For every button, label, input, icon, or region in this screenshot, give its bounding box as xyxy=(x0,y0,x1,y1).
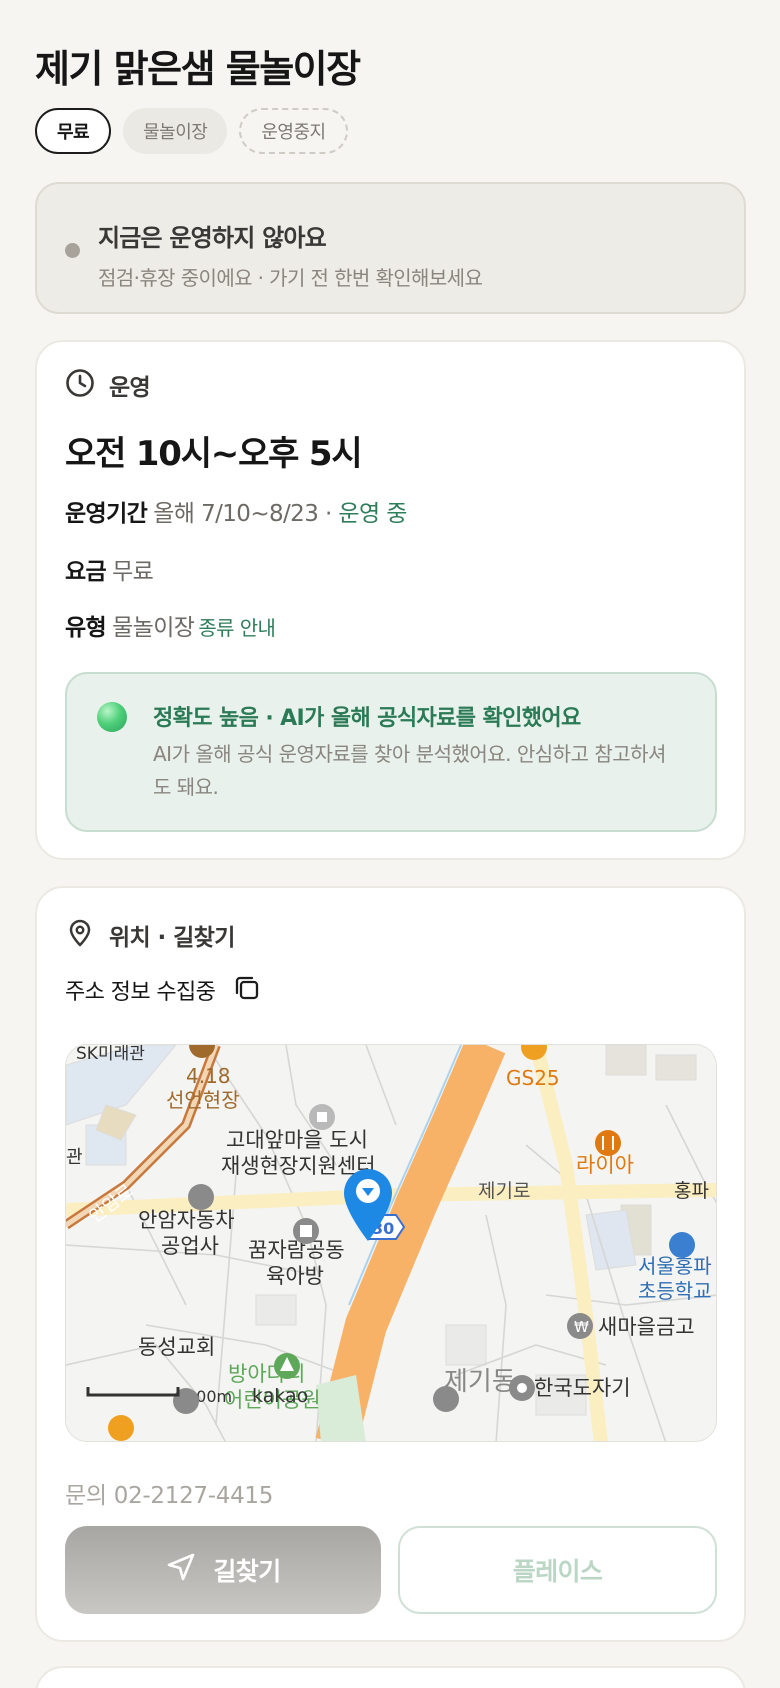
fee-row: 요금 무료 xyxy=(65,552,154,586)
notice-title: 지금은 운영하지 않아요 xyxy=(98,224,327,252)
map-label-bank: 새마을금고 xyxy=(598,1315,695,1339)
location-header: 위치 · 길찾기 xyxy=(65,918,235,952)
location-map[interactable]: SK미래관 4.18 선언현장 GS25 고대앞마을 도시 재생현장지원센터 라… xyxy=(65,1044,717,1442)
map-label-center-a: 고대앞마을 도시 xyxy=(226,1128,368,1152)
type-row: 유형 물놀이장 종류 안내 xyxy=(65,608,276,642)
map-label-hongpa: 홍파 xyxy=(674,1180,709,1202)
poi-restaurant-icon xyxy=(595,1130,621,1156)
type-value: 물놀이장 xyxy=(112,615,195,641)
chip-type[interactable]: 물놀이장 xyxy=(123,108,228,154)
poi-church2-icon xyxy=(433,1386,459,1412)
hours-header: 운영 xyxy=(65,368,151,402)
map-label-sk: SK미래관 xyxy=(76,1045,145,1064)
operating-hours: 오전 10시~오후 5시 xyxy=(65,434,363,474)
route-button-label: 길찾기 xyxy=(213,1557,281,1586)
status-dot-icon xyxy=(65,243,80,258)
map-label-repair-b: 공업사 xyxy=(161,1234,219,1258)
period-value: 올해 7/10~8/23 · xyxy=(153,501,332,527)
location-section-label: 위치 · 길찾기 xyxy=(109,925,235,951)
address-row: 주소 정보 수집중 xyxy=(65,974,261,1006)
place-button[interactable]: 플레이스 xyxy=(398,1526,717,1614)
notice-subtitle: 점검·휴장 중이에요 · 가기 전 한번 확인해보세요 xyxy=(98,266,483,290)
poi-school-icon xyxy=(669,1232,695,1258)
map-brand-label: kakao xyxy=(252,1385,308,1407)
chip-free[interactable]: 무료 xyxy=(35,108,112,154)
type-info-link[interactable]: 종류 안내 xyxy=(198,616,276,640)
copy-icon[interactable] xyxy=(233,974,261,1006)
map-label-gs25: GS25 xyxy=(506,1066,560,1090)
accuracy-title: 정확도 높음 · AI가 올해 공식자료를 확인했어요 xyxy=(153,706,581,731)
map-label-center-b: 재생현장지원센터 xyxy=(221,1154,376,1178)
map-label-school-a: 서울홍파 xyxy=(638,1254,712,1278)
closed-notice: 지금은 운영하지 않아요 점검·휴장 중이에요 · 가기 전 한번 확인해보세요 xyxy=(35,182,746,314)
map-label-school-b: 초등학교 xyxy=(638,1279,712,1303)
navigation-arrow-icon xyxy=(165,1551,197,1589)
address-text: 주소 정보 수집중 xyxy=(65,980,216,1005)
map-pin-icon xyxy=(65,918,95,952)
map-label-jegiro: 제기로 xyxy=(478,1180,530,1202)
clock-icon xyxy=(65,368,95,402)
accuracy-body: AI가 올해 공식 운영자료를 찾아 분석했어요. 안심하고 참고하셔도 돼요. xyxy=(153,742,666,799)
period-status: 운영 중 xyxy=(338,501,407,527)
fee-value: 무료 xyxy=(112,559,154,585)
route-button[interactable]: 길찾기 xyxy=(65,1526,381,1614)
map-label-repair-a: 안암자동차 xyxy=(138,1208,235,1232)
poi-store2-icon xyxy=(108,1415,134,1441)
period-label: 운영기간 xyxy=(65,501,148,527)
page-title: 제기 맑은샘 물놀이장 xyxy=(35,47,361,91)
contact-phone[interactable]: 문의 02-2127-4415 xyxy=(65,1476,273,1510)
fee-label: 요금 xyxy=(65,559,107,585)
map-label-raia: 라이아 xyxy=(576,1153,634,1177)
map-label-nursery-b: 육아방 xyxy=(266,1264,324,1288)
map-label-nursery-a: 꿈자람공동 xyxy=(248,1238,345,1262)
chip-status[interactable]: 운영중지 xyxy=(239,108,348,154)
map-label-monument-a: 4.18 xyxy=(186,1064,231,1088)
next-card xyxy=(35,1666,746,1688)
map-canvas: SK미래관 4.18 선언현장 GS25 고대앞마을 도시 재생현장지원센터 라… xyxy=(66,1045,716,1441)
map-label-gwan: 관 xyxy=(66,1147,83,1168)
poi-repair-icon xyxy=(188,1184,214,1210)
hours-card: 운영 오전 10시~오후 5시 운영기간 올해 7/10~8/23 · 운영 중 … xyxy=(35,340,746,860)
period-row: 운영기간 올해 7/10~8/23 · 운영 중 xyxy=(65,494,407,528)
location-card: 위치 · 길찾기 주소 정보 수집중 SK미래관 4.18 선언현장 GS25 … xyxy=(35,886,746,1642)
map-label-photo: 한국도자기 xyxy=(534,1376,631,1400)
svg-text:₩: ₩ xyxy=(574,1318,589,1336)
type-label: 유형 xyxy=(65,615,107,641)
map-label-church: 동성교회 xyxy=(138,1335,215,1359)
accuracy-box: 정확도 높음 · AI가 올해 공식자료를 확인했어요 AI가 올해 공식 운영… xyxy=(65,672,717,832)
tag-chips: 무료 물놀이장 운영중지 xyxy=(35,108,348,154)
map-label-monument-b: 선언현장 xyxy=(166,1088,240,1112)
accuracy-orb-icon xyxy=(97,702,127,732)
hours-section-label: 운영 xyxy=(109,375,151,401)
